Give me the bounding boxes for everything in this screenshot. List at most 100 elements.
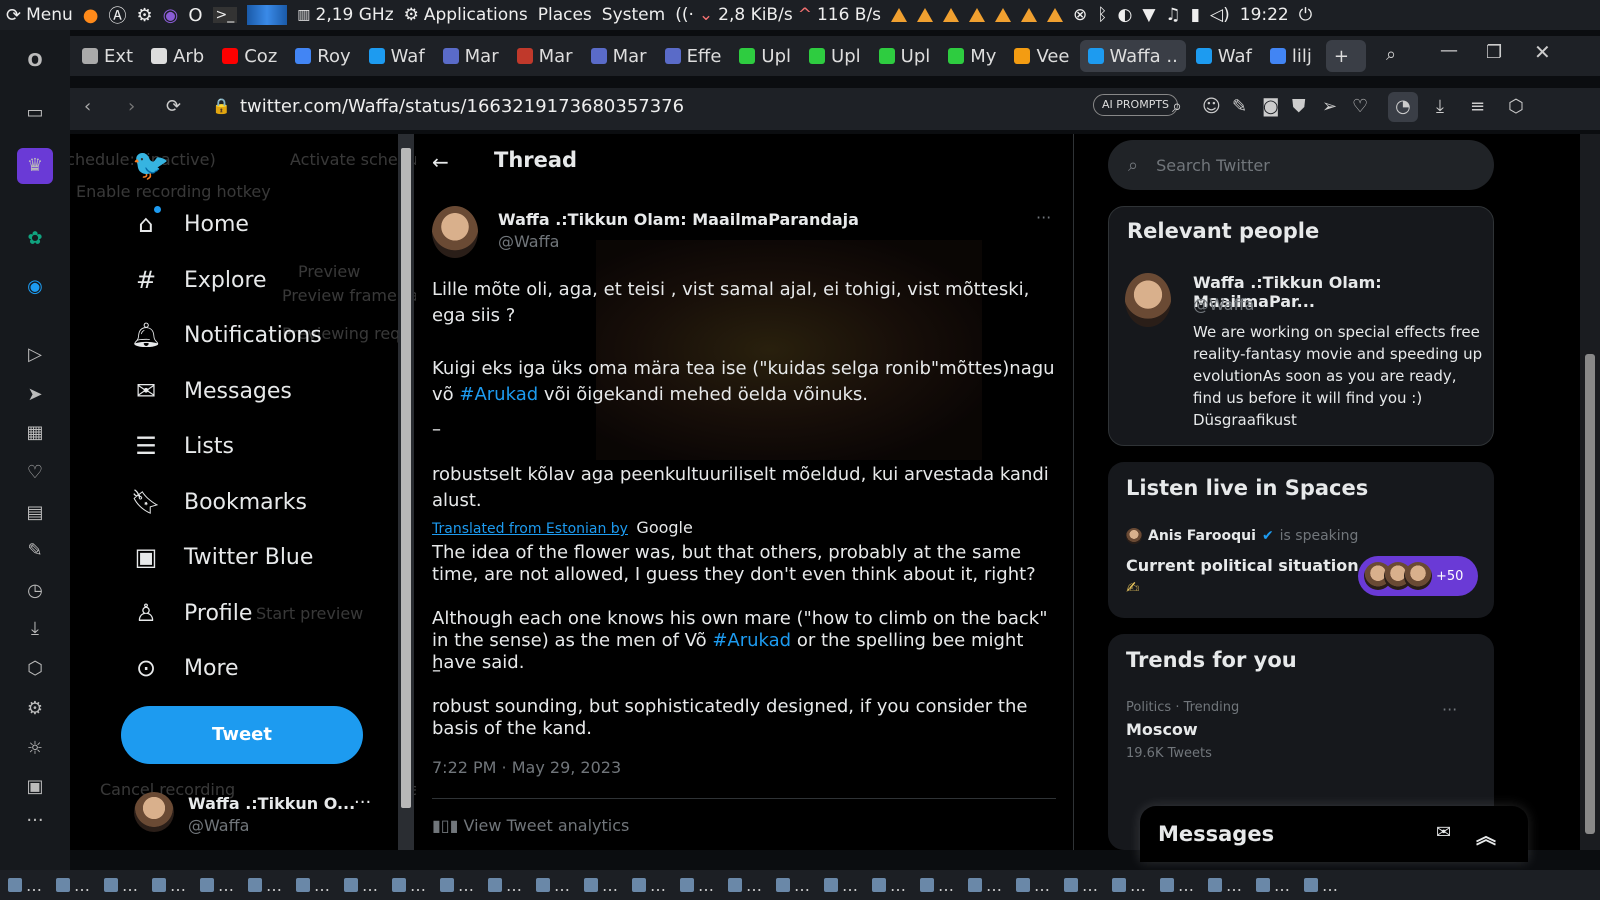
taskbar-window-button[interactable]: … <box>1060 876 1102 895</box>
emoji-icon[interactable]: ☺ <box>1202 96 1221 117</box>
browser-tab[interactable]: Waf <box>361 40 433 72</box>
battery-icon[interactable]: ▮ <box>1191 5 1200 25</box>
crown-app-icon[interactable]: ♛ <box>17 148 53 184</box>
taskbar-window-button[interactable]: … <box>1252 876 1294 895</box>
find-icon[interactable]: ⌕ <box>1172 96 1182 117</box>
ai-prompts-button[interactable]: AI PROMPTS <box>1093 94 1179 116</box>
forward-icon[interactable]: › <box>128 96 135 117</box>
applications-menu[interactable]: ⚙ Applications <box>404 5 528 25</box>
left-column-scrollbar[interactable] <box>398 134 414 850</box>
hashtag-link[interactable]: #Arukad <box>459 384 538 405</box>
camera-icon[interactable]: ◙ <box>1262 96 1279 117</box>
new-tab-button[interactable]: + <box>1325 40 1366 72</box>
close-icon[interactable]: ✕ <box>1534 40 1551 64</box>
browser-tab[interactable]: My <box>940 40 1004 72</box>
taskbar-window-button[interactable]: … <box>676 876 718 895</box>
taskbar-window-button[interactable]: … <box>388 876 430 895</box>
minimize-icon[interactable]: — <box>1440 40 1458 61</box>
translated-from-link[interactable]: Translated from Estonian by <box>432 521 628 537</box>
browser-tab[interactable]: Waf <box>1188 40 1260 72</box>
taskbar-window-button[interactable]: … <box>244 876 286 895</box>
notes-icon[interactable]: ▤ <box>22 502 48 524</box>
gear-icon[interactable]: ⚙ <box>22 698 48 720</box>
taskbar-window-button[interactable]: … <box>1012 876 1054 895</box>
taskbar-window-button[interactable]: … <box>820 876 862 895</box>
grid-icon[interactable]: ▦ <box>22 422 48 444</box>
notification-bell-icon[interactable]: ♫ <box>1165 5 1180 25</box>
browser-tab[interactable]: Effe <box>657 40 730 72</box>
browser-tab[interactable]: Waffa .. <box>1079 40 1186 72</box>
play-icon[interactable]: ▷ <box>22 344 48 366</box>
terminal-icon[interactable]: >_ <box>212 7 238 23</box>
volume-icon[interactable]: ◁) <box>1210 5 1230 25</box>
opera-logo-icon[interactable]: O <box>22 50 48 72</box>
browser-tab[interactable]: Coz <box>214 40 285 72</box>
author-avatar[interactable] <box>432 206 478 258</box>
heart-icon[interactable]: ♡ <box>22 462 48 484</box>
browser-tab[interactable]: Upl <box>871 40 939 72</box>
browser-tab[interactable]: lilj <box>1262 40 1324 72</box>
taskbar-window-button[interactable]: … <box>964 876 1006 895</box>
page-scrollbar[interactable] <box>1580 134 1600 850</box>
downloads-icon[interactable]: ⤓ <box>1436 96 1444 117</box>
browser-tab[interactable]: Mar <box>509 40 581 72</box>
bluetooth-icon[interactable]: ᛒ <box>1097 5 1107 25</box>
taskbar-window-button[interactable]: … <box>100 876 142 895</box>
opera-icon[interactable]: O <box>188 5 202 26</box>
taskbar-window-button[interactable]: … <box>772 876 814 895</box>
tweet-timestamp[interactable]: 7:22 PM · May 29, 2023 <box>432 758 621 777</box>
network-strength-icon[interactable]: ▼ <box>1142 5 1155 25</box>
more-horizontal-icon[interactable]: ··· <box>1036 208 1051 227</box>
taskbar-window-button[interactable]: … <box>52 876 94 895</box>
messages-drawer[interactable]: Messages ✉ ︽ <box>1140 806 1528 862</box>
nav-lists[interactable]: ☰ Lists <box>132 426 234 466</box>
more-horizontal-icon[interactable]: ··· <box>1442 700 1457 719</box>
chatgpt-icon[interactable]: ✿ <box>22 228 48 250</box>
browser-tab[interactable]: Upl <box>801 40 869 72</box>
edit-page-icon[interactable]: ✎ <box>1232 96 1247 117</box>
relevant-avatar[interactable] <box>1125 273 1171 327</box>
taskbar-window-button[interactable]: … <box>196 876 238 895</box>
warning-icon[interactable] <box>943 8 960 22</box>
hashtag-link[interactable]: #Arukad <box>712 630 791 651</box>
history-icon[interactable]: ◷ <box>22 580 48 602</box>
browser-tab[interactable]: Roy <box>287 40 358 72</box>
taskbar-window-button[interactable]: … <box>868 876 910 895</box>
search-input[interactable]: ⌕ Search Twitter <box>1108 140 1494 190</box>
book-icon[interactable]: ▭ <box>22 102 48 124</box>
user-status-icon[interactable]: ◐ <box>1118 5 1133 25</box>
taskbar-window-button[interactable]: … <box>1300 876 1342 895</box>
browser-tab[interactable]: Arb <box>143 40 212 72</box>
easy-setup-icon[interactable]: ≡ <box>1470 96 1485 117</box>
send-page-icon[interactable]: ➢ <box>1322 96 1337 117</box>
cube-icon[interactable]: ⬡ <box>22 658 48 680</box>
tor-icon[interactable]: ◉ <box>163 5 179 26</box>
expand-icon[interactable]: ︽ <box>1476 820 1496 849</box>
trend-name[interactable]: Moscow <box>1126 720 1198 739</box>
url-field[interactable]: twitter.com/Waffa/status/166321917368035… <box>240 96 684 117</box>
favorite-heart-icon[interactable]: ♡ <box>1352 96 1368 117</box>
tab-search-icon[interactable]: ⌕ <box>1386 44 1396 65</box>
taskbar-window-button[interactable]: … <box>628 876 670 895</box>
author-name[interactable]: Waffa .:Tikkun Olam: MaailmaParandaja <box>498 210 859 229</box>
browser-tab[interactable]: Vee <box>1006 40 1077 72</box>
nav-messages[interactable]: ✉ Messages <box>132 371 292 411</box>
send-icon[interactable]: ➤ <box>22 384 48 406</box>
taskbar-window-button[interactable]: … <box>580 876 622 895</box>
account-switcher[interactable]: Waffa .:Tikkun O... @Waffa ··· <box>130 786 400 840</box>
warning-icon[interactable] <box>1021 8 1038 22</box>
shield-icon[interactable]: ⛊ <box>1292 96 1306 117</box>
profile-icon[interactable]: ◔ <box>1388 92 1418 122</box>
places-menu[interactable]: Places <box>538 5 592 25</box>
taskbar-window-button[interactable]: … <box>1156 876 1198 895</box>
power-icon[interactable]: ⏻ <box>1299 5 1312 25</box>
twitter-logo-icon[interactable]: 🐦 <box>132 148 169 183</box>
nav-bookmarks[interactable]: 🔖︎ Bookmarks <box>131 482 307 522</box>
taskbar-window-button[interactable]: … <box>148 876 190 895</box>
menu-button[interactable]: ⟳ Menu <box>6 5 73 26</box>
nav-explore[interactable]: # Explore <box>132 260 267 300</box>
nav-twitter-blue[interactable]: ▣ Twitter Blue <box>132 537 314 577</box>
taskbar-window-button[interactable]: … <box>724 876 766 895</box>
extensions-icon[interactable]: ▣ <box>22 776 48 798</box>
browser-tab[interactable]: Mar <box>435 40 507 72</box>
